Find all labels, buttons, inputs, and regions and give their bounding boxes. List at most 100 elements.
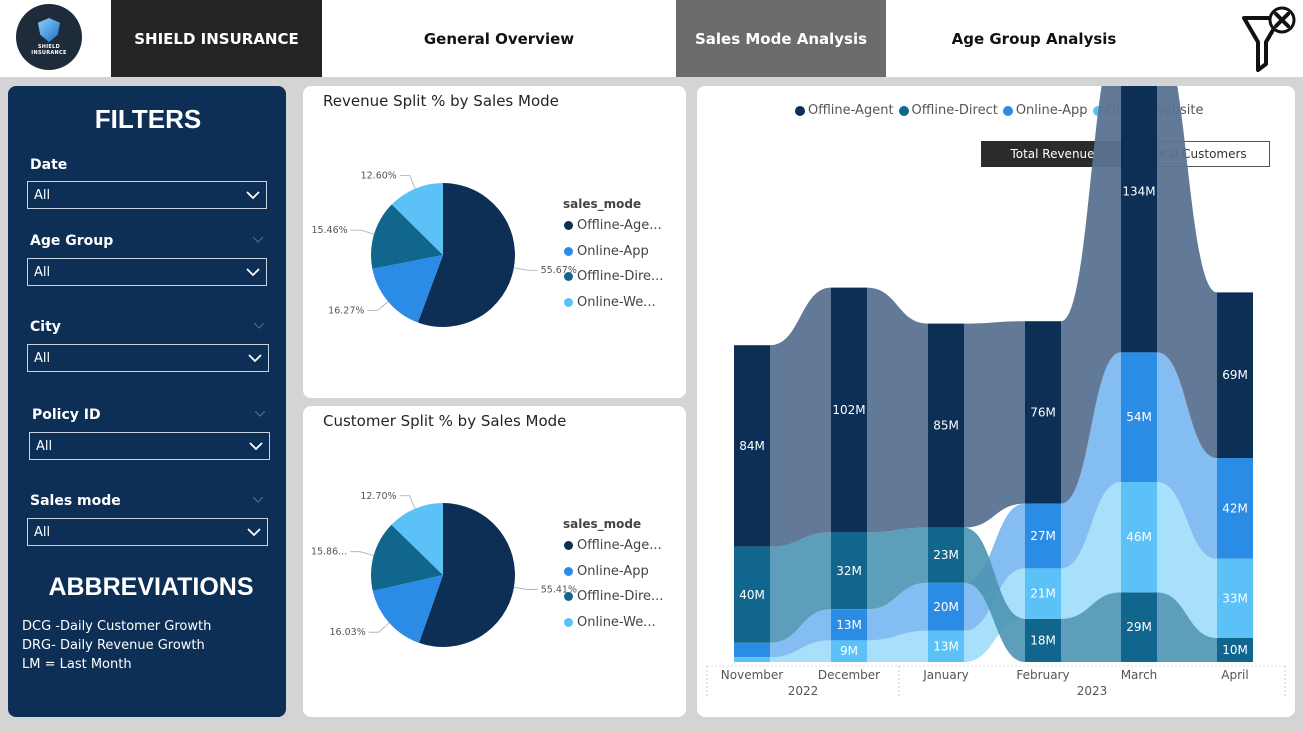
bar-segment-online-app[interactable]: [734, 642, 770, 658]
bar-data-label: 46M: [1126, 530, 1152, 544]
abbreviation-drg: DRG- Daily Revenue Growth: [22, 638, 205, 653]
legend-item-online-website[interactable]: Online-We...: [564, 615, 656, 630]
legend-dot: [564, 618, 573, 627]
ribbon-chart[interactable]: 84M 40M 102M 32M 13M 9M 85M 23M 20M 13M 76M 18M 27M 2…: [697, 86, 1295, 717]
chevron-down-icon: [247, 528, 261, 537]
legend-label: Offline-Age...: [577, 538, 662, 553]
legend-dot: [564, 541, 573, 550]
pie-data-label: 12.60%: [361, 171, 397, 182]
bar-data-label: 134M: [1122, 185, 1155, 199]
bar-data-label: 9M: [840, 644, 858, 658]
x-tick-label: March: [1121, 668, 1158, 682]
legend-item-online-app[interactable]: Online-App: [564, 244, 649, 259]
x-tick-label: November: [721, 668, 783, 682]
customer-split-pie[interactable]: 55.41%16.03%15.86...12.70%: [303, 406, 686, 717]
filter-label-policy-id: Policy ID: [32, 407, 101, 423]
bar-data-label: 13M: [933, 639, 959, 653]
pie-leader-line: [368, 622, 390, 633]
bar-data-label: 40M: [739, 588, 765, 602]
bar-data-label: 23M: [933, 548, 959, 562]
bar-data-label: 85M: [933, 419, 959, 433]
abbreviation-lm: LM = Last Month: [22, 657, 132, 672]
tab-age-group-analysis[interactable]: Age Group Analysis: [886, 0, 1182, 77]
ribbon-band-offline-agent[interactable]: [867, 287, 928, 533]
legend-label: Online-We...: [577, 295, 656, 310]
legend-dot: [564, 221, 573, 230]
tab-general-overview[interactable]: General Overview: [322, 0, 676, 77]
x-tick-label: April: [1221, 668, 1248, 682]
x-tick-label: February: [1016, 668, 1069, 682]
legend-item-offline-direct[interactable]: Offline-Dire...: [564, 269, 663, 284]
bar-data-label: 29M: [1126, 620, 1152, 634]
abbreviation-dcg: DCG -Daily Customer Growth: [22, 619, 212, 634]
legend-label: Offline-Age...: [577, 218, 662, 233]
chevron-down-icon: [246, 191, 260, 200]
filter-value-sales-mode: All: [34, 524, 51, 540]
bar-data-label: 69M: [1222, 368, 1248, 382]
legend-item-offline-agent[interactable]: Offline-Age...: [564, 218, 662, 233]
legend-dot: [564, 567, 573, 576]
year-label-2022: 2022: [788, 684, 819, 698]
legend-title: sales_mode: [563, 197, 642, 211]
filter-select-city[interactable]: All: [27, 344, 269, 372]
filter-select-policy-id[interactable]: All: [29, 432, 270, 460]
ribbon-band-offline-agent[interactable]: [964, 321, 1025, 528]
filter-value-age-group: All: [34, 264, 51, 280]
shield-icon: [38, 18, 60, 42]
bar-data-label: 27M: [1030, 529, 1056, 543]
pie-leader-line: [399, 495, 416, 509]
bar-data-label: 42M: [1222, 501, 1248, 515]
filter-label-date: Date: [30, 157, 68, 173]
filter-value-date: All: [34, 187, 51, 203]
bar-segment-online-website[interactable]: [734, 657, 770, 662]
legend-title: sales_mode: [563, 517, 642, 531]
pie-data-label: 16.27%: [328, 306, 364, 317]
pie-data-label: 15.86...: [311, 547, 347, 558]
legend-label: Offline-Dire...: [577, 589, 664, 604]
bar-data-label: 21M: [1030, 587, 1056, 601]
legend-label: Online-App: [577, 564, 649, 579]
filter-select-sales-mode[interactable]: All: [27, 518, 268, 546]
shield-insurance-logo: SHIELD INSURANCE: [16, 4, 82, 70]
clear-filter-icon[interactable]: [1238, 6, 1300, 72]
tab-shield-insurance[interactable]: SHIELD INSURANCE: [111, 0, 322, 77]
filter-select-date[interactable]: All: [27, 181, 267, 209]
legend-label: Online-We...: [577, 615, 656, 630]
pie-leader-line: [350, 229, 375, 235]
bar-data-label: 32M: [836, 564, 862, 578]
chevron-down-icon[interactable]: [255, 411, 265, 417]
revenue-split-pie[interactable]: 55.67%16.27%15.46%12.60%: [303, 86, 686, 398]
bar-data-label: 20M: [933, 600, 959, 614]
year-label-2023: 2023: [1077, 684, 1108, 698]
customer-split-card: Customer Split % by Sales Mode 55.41% 16.…: [303, 406, 686, 717]
legend-item-online-app[interactable]: Online-App: [564, 564, 649, 579]
filters-panel: FILTERS Date All Age Group All City All …: [8, 86, 286, 717]
legend-item-offline-agent[interactable]: Offline-Age...: [564, 538, 662, 553]
pie-data-label: 15.46%: [311, 225, 347, 236]
filter-label-age-group: Age Group: [30, 233, 114, 249]
legend-dot: [564, 272, 573, 281]
legend-item-offline-direct[interactable]: Offline-Dire...: [564, 589, 663, 604]
bar-segment-offline-agent[interactable]: [1121, 86, 1157, 353]
filter-label-city: City: [30, 319, 61, 335]
bar-data-label: 102M: [832, 403, 865, 417]
pie-data-label: 16.03%: [330, 627, 366, 638]
filters-title: FILTERS: [94, 104, 202, 134]
pie-leader-line: [367, 301, 389, 312]
legend-item-online-website[interactable]: Online-We...: [564, 295, 656, 310]
x-tick-label: January: [922, 668, 969, 682]
filter-label-sales-mode: Sales mode: [30, 493, 121, 509]
pie-leader-line: [513, 586, 538, 590]
pie-data-label: 12.70%: [360, 491, 396, 502]
chevron-down-icon[interactable]: [253, 237, 263, 243]
pie-leader-line: [399, 175, 416, 189]
chevron-down-icon: [248, 354, 262, 363]
tab-sales-mode-analysis[interactable]: Sales Mode Analysis: [676, 0, 886, 77]
ribbon-band-offline-agent[interactable]: [770, 287, 831, 547]
bar-data-label: 84M: [739, 439, 765, 453]
chevron-down-icon[interactable]: [254, 323, 264, 329]
chevron-down-icon: [246, 268, 260, 277]
filter-value-city: All: [34, 350, 51, 366]
filter-select-age-group[interactable]: All: [27, 258, 267, 286]
chevron-down-icon[interactable]: [253, 497, 263, 503]
